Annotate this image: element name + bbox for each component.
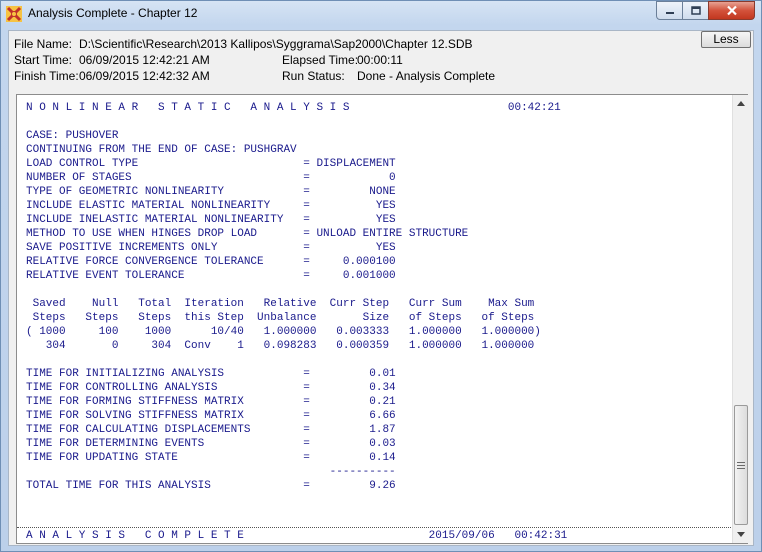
minimize-icon — [665, 11, 674, 14]
scroll-grip-icon — [737, 461, 745, 469]
vertical-scrollbar[interactable] — [732, 95, 748, 543]
maximize-icon — [690, 6, 701, 15]
scroll-down-arrow-icon — [737, 532, 745, 537]
log-line: CONTINUING FROM THE END OF CASE: PUSHGRA… — [26, 144, 297, 156]
log-line: RELATIVE EVENT TOLERANCE = 0.001000 — [26, 270, 396, 282]
log-line: NUMBER OF STAGES = 0 — [26, 172, 396, 184]
file-name-label: File Name: — [14, 37, 73, 51]
log-line: Saved Null Total Iteration Relative Curr… — [26, 298, 535, 310]
log-line: CASE: PUSHOVER — [26, 130, 119, 142]
log-line: Steps Steps Steps this Step Unbalance Si… — [26, 312, 535, 324]
log-line: ---------- — [26, 466, 396, 478]
log-line: TOTAL TIME FOR THIS ANALYSIS = 9.26 — [26, 480, 396, 492]
scrollbar-thumb[interactable] — [734, 405, 748, 525]
log-line: TIME FOR CALCULATING DISPLACEMENTS = 1.8… — [26, 424, 396, 436]
dialog-client-area: File Name: D:\Scientific\Research\2013 K… — [8, 30, 754, 546]
analysis-complete-status-text: A N A L Y S I S C O M P L E T E 2015/09/… — [26, 530, 568, 542]
close-icon — [726, 5, 737, 16]
log-line: TIME FOR SOLVING STIFFNESS MATRIX = 6.66 — [26, 410, 396, 422]
window-title: Analysis Complete - Chapter 12 — [28, 6, 198, 20]
run-status-value: Done - Analysis Complete — [357, 69, 496, 83]
minimize-button[interactable] — [656, 1, 683, 20]
log-line: INCLUDE ELASTIC MATERIAL NONLINEARITY = … — [26, 200, 396, 212]
finish-time-value: 06/09/2015 12:42:32 AM — [79, 69, 210, 83]
file-name-value: D:\Scientific\Research\2013 Kallipos\Syg… — [79, 37, 473, 51]
sap2000-app-icon — [6, 6, 22, 22]
scroll-up-arrow-icon — [737, 101, 745, 106]
log-line: METHOD TO USE WHEN HINGES DROP LOAD = UN… — [26, 228, 469, 240]
analysis-complete-window: Analysis Complete - Chapter 12 File Name… — [0, 0, 762, 552]
title-bar[interactable]: Analysis Complete - Chapter 12 — [1, 1, 761, 27]
log-line: ( 1000 100 1000 10/40 1.000000 0.003333 … — [26, 326, 541, 338]
analysis-status-line: A N A L Y S I S C O M P L E T E 2015/09/… — [17, 527, 731, 543]
close-button[interactable] — [708, 1, 755, 20]
analysis-log-panel: N O N L I N E A R S T A T I C A N A L Y … — [16, 94, 748, 544]
scroll-down-button[interactable] — [733, 526, 749, 543]
start-time-value: 06/09/2015 12:42:21 AM — [79, 53, 210, 67]
log-line: 304 0 304 Conv 1 0.098283 0.000359 1.000… — [26, 340, 535, 352]
log-line: INCLUDE INELASTIC MATERIAL NONLINEARITY … — [26, 214, 396, 226]
finish-time-label: Finish Time: — [14, 69, 79, 83]
log-line: LOAD CONTROL TYPE = DISPLACEMENT — [26, 158, 396, 170]
log-line: TIME FOR UPDATING STATE = 0.14 — [26, 452, 396, 464]
run-status-label: Run Status: — [282, 69, 345, 83]
log-line: TYPE OF GEOMETRIC NONLINEARITY = NONE — [26, 186, 396, 198]
less-button[interactable]: Less — [701, 31, 751, 48]
scroll-up-button[interactable] — [733, 95, 749, 112]
maximize-button[interactable] — [682, 1, 709, 20]
start-time-label: Start Time: — [14, 53, 73, 67]
elapsed-time-value: 00:00:11 — [357, 53, 403, 67]
log-line: TIME FOR FORMING STIFFNESS MATRIX = 0.21 — [26, 396, 396, 408]
analysis-log-text[interactable]: N O N L I N E A R S T A T I C A N A L Y … — [17, 95, 731, 543]
log-line: RELATIVE FORCE CONVERGENCE TOLERANCE = 0… — [26, 256, 396, 268]
log-line: TIME FOR DETERMINING EVENTS = 0.03 — [26, 438, 396, 450]
log-line: SAVE POSITIVE INCREMENTS ONLY = YES — [26, 242, 396, 254]
elapsed-time-label: Elapsed Time: — [282, 53, 359, 67]
log-line: TIME FOR INITIALIZING ANALYSIS = 0.01 — [26, 368, 396, 380]
log-line: TIME FOR CONTROLLING ANALYSIS = 0.34 — [26, 382, 396, 394]
log-line: N O N L I N E A R S T A T I C A N A L Y … — [26, 102, 561, 114]
